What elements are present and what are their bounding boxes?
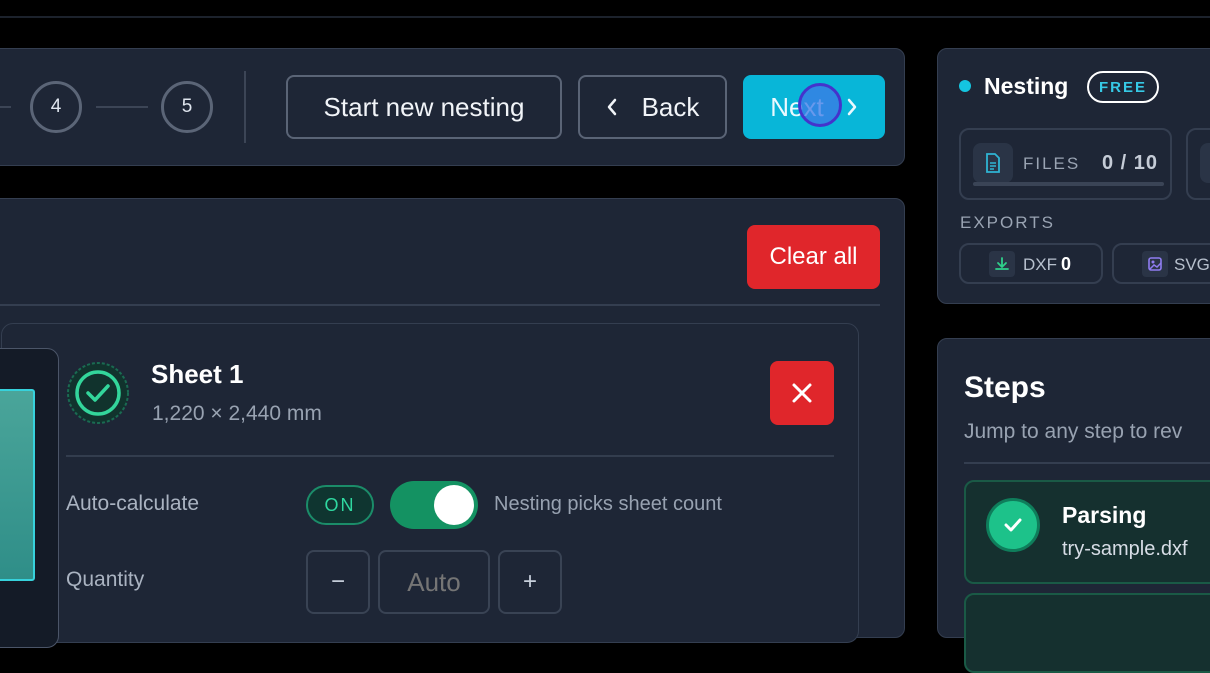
check-circle-icon xyxy=(66,361,130,425)
files-value: 0 / 10 xyxy=(1101,152,1158,174)
quantity-decrement-button[interactable]: − xyxy=(306,550,370,614)
sheet-preview xyxy=(0,348,59,648)
clear-all-button[interactable]: Clear all xyxy=(747,225,880,289)
plan-badge-text: FREE xyxy=(1098,78,1147,96)
sheets-panel: Clear all Sheet 1 1,220 × 2,440 mm Auto-… xyxy=(0,198,905,648)
step-item-next[interactable] xyxy=(964,593,1210,673)
step-4-number: 4 xyxy=(50,96,62,117)
back-label: Back xyxy=(641,91,700,122)
step-item-title: Parsing xyxy=(1062,502,1147,528)
download-icon xyxy=(989,251,1015,277)
auto-calculate-label: Auto-calculate xyxy=(66,492,200,515)
exports-label: EXPORTS xyxy=(960,213,1055,232)
steps-title: Steps xyxy=(964,371,1046,404)
sheet-card: Sheet 1 1,220 × 2,440 mm Auto-calculate … xyxy=(0,323,859,648)
check-icon xyxy=(986,498,1040,552)
step-connector xyxy=(96,106,148,108)
nesting-panel: Nesting FREE FILES 0 / 10 EXPORTS DXF 0 … xyxy=(937,48,1210,304)
sheet-preview-shape xyxy=(0,389,35,581)
files-stat-card: FILES 0 / 10 xyxy=(959,128,1172,200)
nesting-title: Nesting xyxy=(984,73,1069,99)
plus-icon: + xyxy=(522,568,537,595)
step-item-detail: try-sample.dxf xyxy=(1062,538,1188,560)
quantity-label: Quantity xyxy=(66,568,145,591)
close-icon xyxy=(791,382,813,404)
steps-divider xyxy=(964,462,1210,464)
auto-calculate-hint: Nesting picks sheet count xyxy=(494,493,722,515)
next-label: Next xyxy=(770,91,824,122)
file-icon xyxy=(973,143,1013,183)
auto-calculate-status-badge: ON xyxy=(306,485,374,525)
step-4-indicator[interactable]: 4 xyxy=(30,81,82,133)
toggle-knob xyxy=(434,485,474,525)
sheet-divider xyxy=(66,455,834,457)
plan-badge: FREE xyxy=(1087,71,1159,103)
step-connector xyxy=(0,106,11,108)
back-button[interactable]: Back xyxy=(578,75,727,139)
stat-card-2 xyxy=(1186,128,1210,200)
export-dxf-button[interactable]: DXF 0 xyxy=(959,243,1103,284)
chevron-left-icon xyxy=(606,98,618,116)
clear-all-label: Clear all xyxy=(769,243,858,270)
stepper-bar: 4 5 Start new nesting Back Next xyxy=(0,48,905,166)
start-new-nesting-label: Start new nesting xyxy=(323,91,525,122)
step-5-number: 5 xyxy=(181,96,193,117)
stepper-divider xyxy=(244,71,246,143)
step-5-indicator[interactable]: 5 xyxy=(161,81,213,133)
files-progress-track xyxy=(973,182,1164,186)
stat-icon xyxy=(1200,143,1210,183)
auto-calculate-toggle[interactable] xyxy=(390,481,478,529)
status-badge-text: ON xyxy=(324,494,356,515)
export-dxf-label: DXF xyxy=(1023,255,1057,274)
files-label: FILES xyxy=(1023,154,1081,173)
export-svg-button[interactable]: SVG xyxy=(1112,243,1210,284)
sheet-title: Sheet 1 xyxy=(151,359,244,389)
export-svg-label: SVG xyxy=(1174,255,1210,274)
minus-icon: − xyxy=(330,568,345,595)
remove-sheet-button[interactable] xyxy=(770,361,834,425)
quantity-increment-button[interactable]: + xyxy=(498,550,562,614)
chevron-right-icon xyxy=(846,98,858,116)
start-new-nesting-button[interactable]: Start new nesting xyxy=(286,75,562,139)
image-icon xyxy=(1142,251,1168,277)
quantity-input[interactable] xyxy=(378,550,490,614)
next-button[interactable]: Next xyxy=(743,75,885,139)
sheet-dimensions: 1,220 × 2,440 mm xyxy=(152,402,322,425)
export-dxf-count: 0 xyxy=(1061,254,1072,274)
steps-subtitle: Jump to any step to rev xyxy=(964,420,1183,443)
step-item-parsing[interactable]: Parsing try-sample.dxf xyxy=(964,480,1210,584)
panel-divider xyxy=(0,304,880,306)
top-divider xyxy=(0,16,1210,18)
steps-panel: Steps Jump to any step to rev Parsing tr… xyxy=(937,338,1210,673)
status-dot xyxy=(959,80,971,92)
